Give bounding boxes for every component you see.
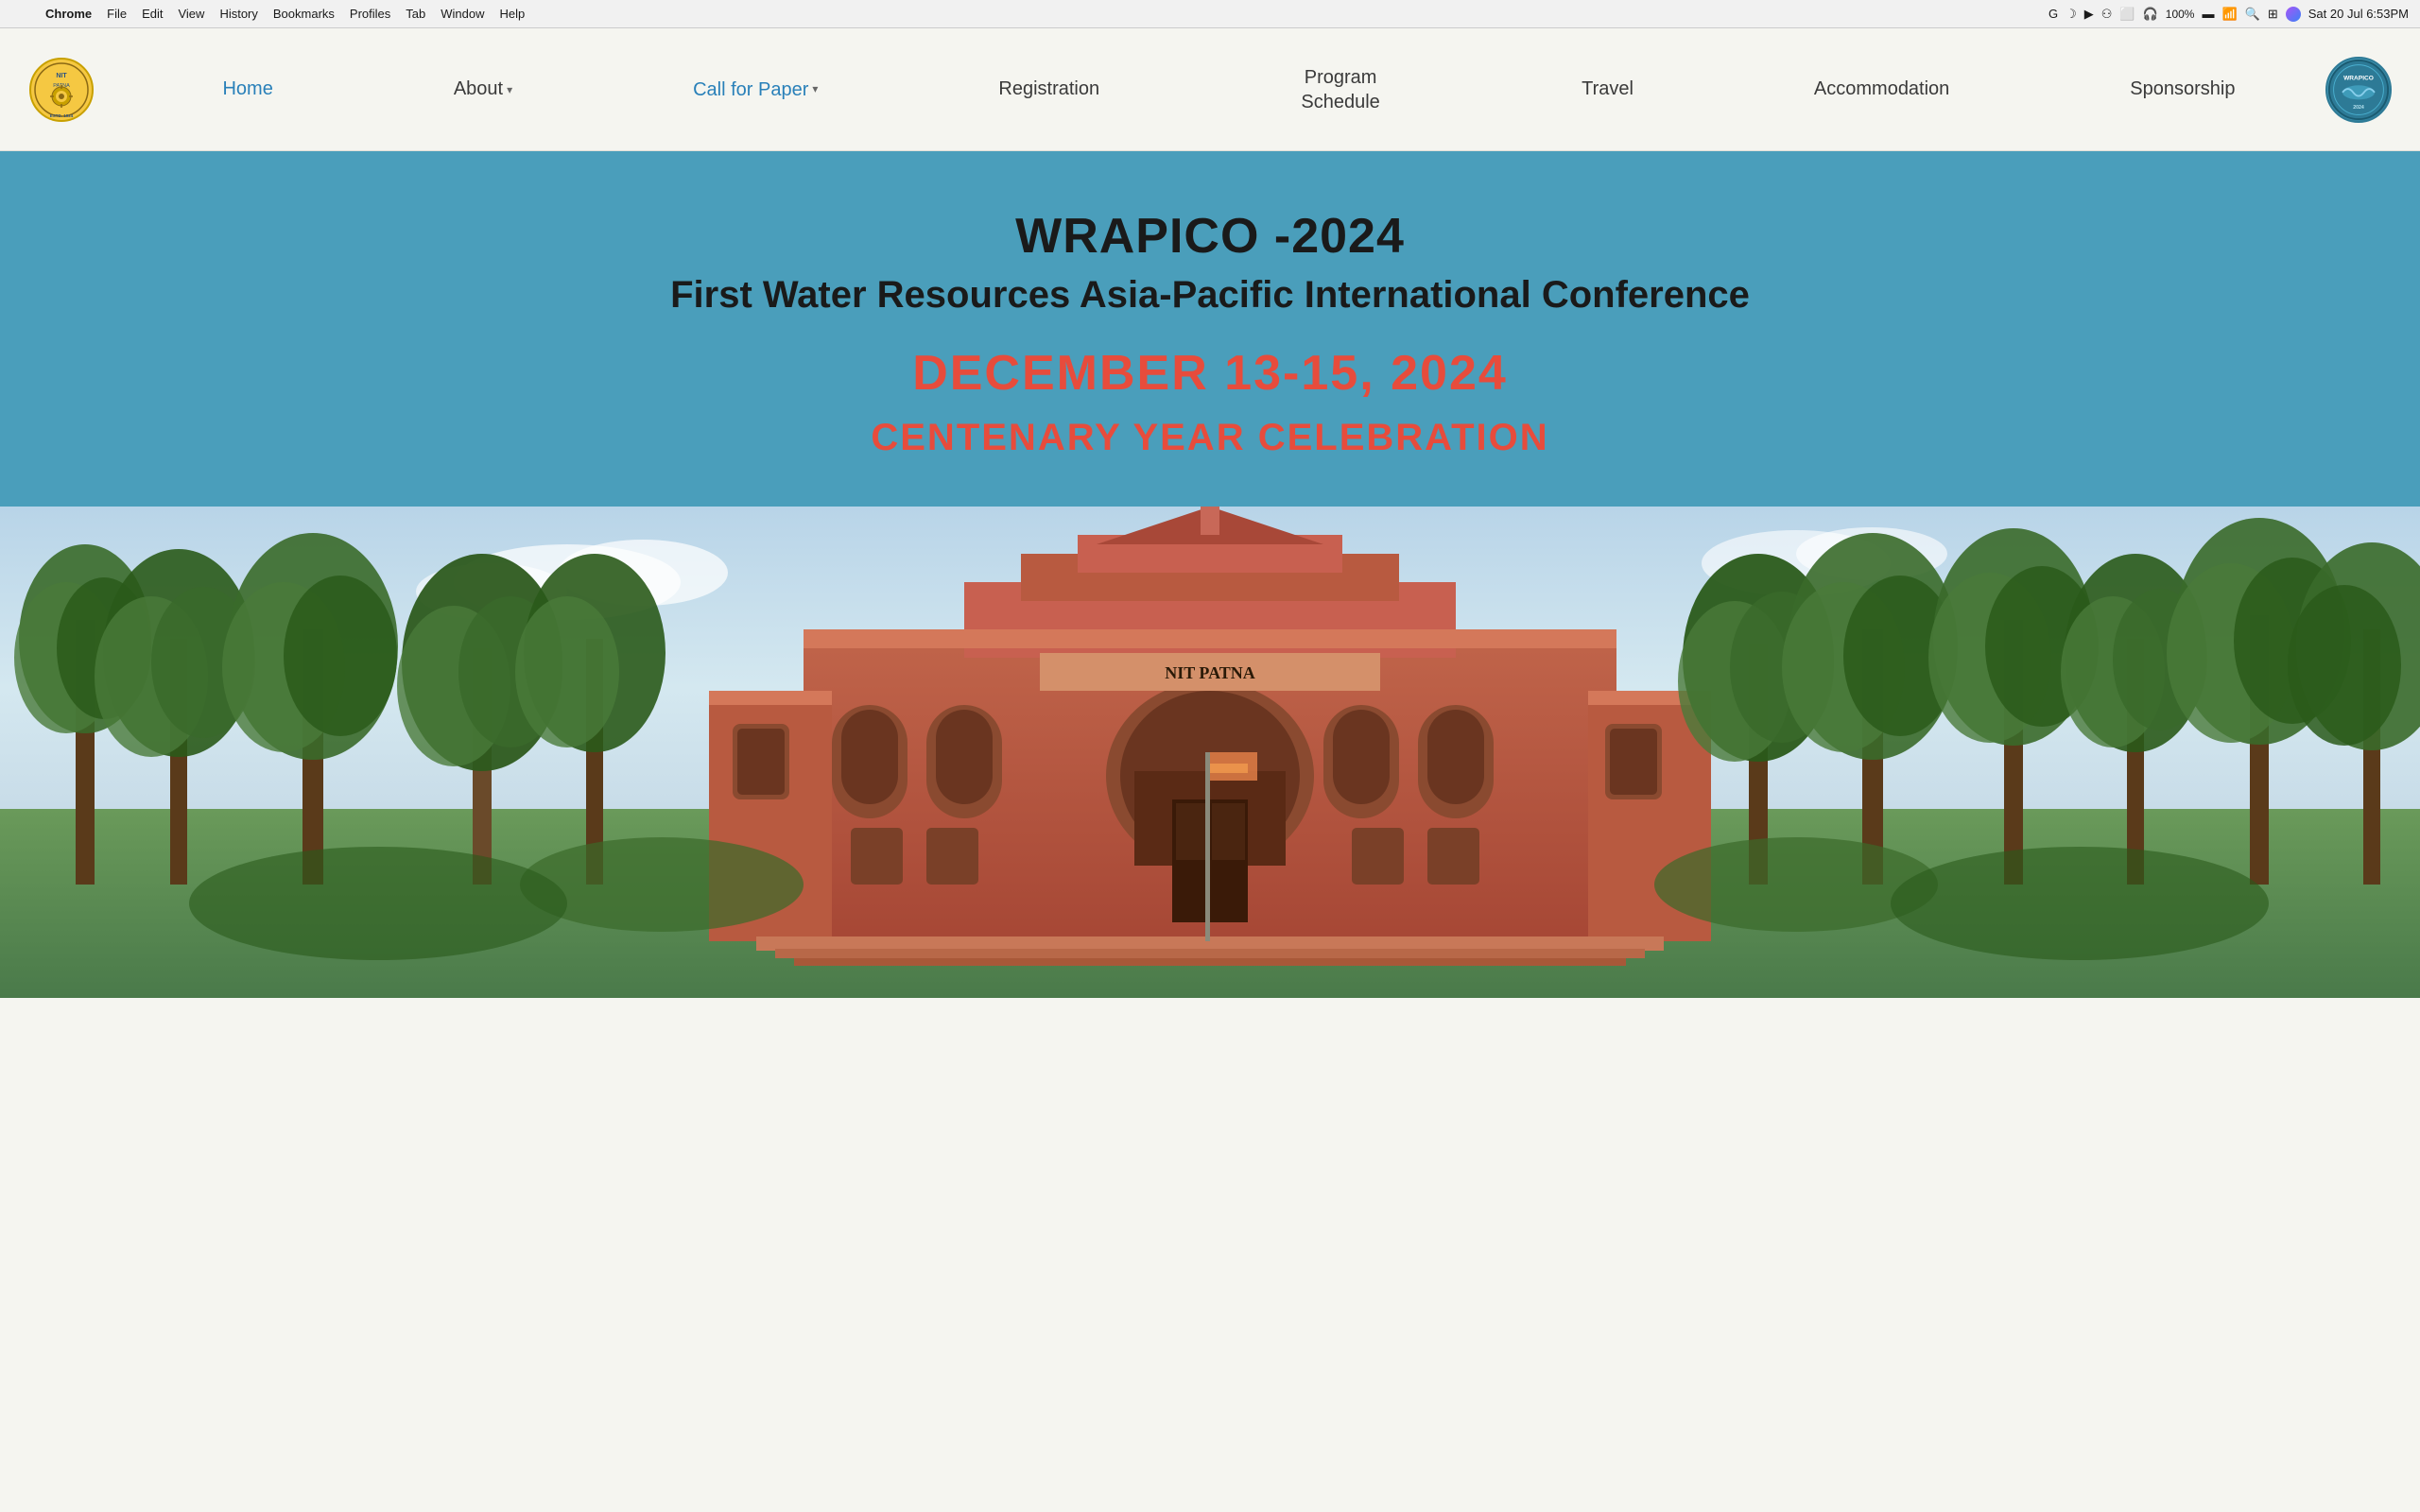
wrapico-logo: WRAPICO 2024 (2325, 57, 2392, 123)
nav-items: Home About ▾ Call for Paper ▾ Registrati… (132, 58, 2325, 122)
bluetooth-icon: ⚇ (2101, 7, 2113, 22)
grammarly-icon: G (2048, 7, 2058, 21)
hero-title: WRAPICO -2024 (1015, 208, 1405, 265)
website-wrapper: NIT PATNA ESTD. 1924 Home About ▾ (0, 28, 2420, 998)
edit-menu[interactable]: Edit (134, 5, 170, 23)
media-icon: ▶ (2084, 7, 2094, 22)
svg-text:NIT PATNA: NIT PATNA (1165, 663, 1255, 682)
nav-accommodation[interactable]: Accommodation (1799, 71, 1964, 108)
apple-menu[interactable] (11, 12, 26, 16)
search-icon[interactable]: 🔍 (2245, 7, 2260, 22)
nit-logo[interactable]: NIT PATNA ESTD. 1924 (28, 57, 95, 123)
hero-date: DECEMBER 13-15, 2024 (912, 345, 1508, 402)
menu-bar-right: G ☽ ▶ ⚇ ⬜ 🎧 100% ▬ 📶 🔍 ⊞ Sat 20 Jul 6:53… (2048, 7, 2409, 22)
file-menu[interactable]: File (99, 5, 134, 23)
nav-program-schedule[interactable]: Program Schedule (1265, 58, 1416, 122)
wifi-icon: 📶 (2221, 7, 2237, 22)
svg-text:2024: 2024 (2353, 104, 2364, 110)
svg-text:ESTD. 1924: ESTD. 1924 (50, 113, 74, 118)
svg-text:NIT: NIT (56, 73, 67, 79)
building-section: NIT PATNA (0, 507, 2420, 998)
history-menu[interactable]: History (212, 5, 265, 23)
building-illustration: NIT PATNA (0, 507, 2420, 998)
profiles-menu[interactable]: Profiles (342, 5, 398, 23)
nightshift-icon: ☽ (2066, 7, 2077, 22)
nav-travel[interactable]: Travel (1566, 71, 1649, 108)
bookmarks-menu[interactable]: Bookmarks (266, 5, 342, 23)
window-menu[interactable]: Window (433, 5, 492, 23)
battery-icon: ▬ (2202, 7, 2214, 21)
nav-home[interactable]: Home (207, 71, 287, 108)
clock: Sat 20 Jul 6:53PM (2308, 7, 2409, 21)
nav-sponsorship[interactable]: Sponsorship (2115, 71, 2250, 108)
svg-text:WRAPICO: WRAPICO (2343, 75, 2374, 81)
control-center-icon[interactable]: ⊞ (2268, 7, 2278, 22)
headphones-icon: 🎧 (2143, 7, 2158, 22)
hero-celebration: CENTENARY YEAR CELEBRATION (871, 417, 1548, 459)
about-chevron-icon: ▾ (507, 83, 512, 96)
hero-section: WRAPICO -2024 First Water Resources Asia… (0, 151, 2420, 507)
battery-percentage: 100% (2166, 8, 2195, 21)
navigation-bar: NIT PATNA ESTD. 1924 Home About ▾ (0, 28, 2420, 151)
call-chevron-icon: ▾ (812, 82, 818, 97)
view-menu[interactable]: View (170, 5, 212, 23)
display-icon: ⬜ (2119, 7, 2135, 22)
help-menu[interactable]: Help (493, 5, 533, 23)
tab-menu[interactable]: Tab (398, 5, 433, 23)
siri-icon[interactable] (2286, 7, 2301, 22)
hero-subtitle: First Water Resources Asia-Pacific Inter… (670, 274, 1750, 317)
nav-registration[interactable]: Registration (983, 71, 1115, 108)
nav-about[interactable]: About ▾ (439, 71, 527, 108)
nav-call-for-paper[interactable]: Call for Paper ▾ (678, 70, 833, 110)
chrome-menu[interactable]: Chrome (38, 5, 99, 23)
mac-menubar: Chrome File Edit View History Bookmarks … (0, 0, 2420, 28)
